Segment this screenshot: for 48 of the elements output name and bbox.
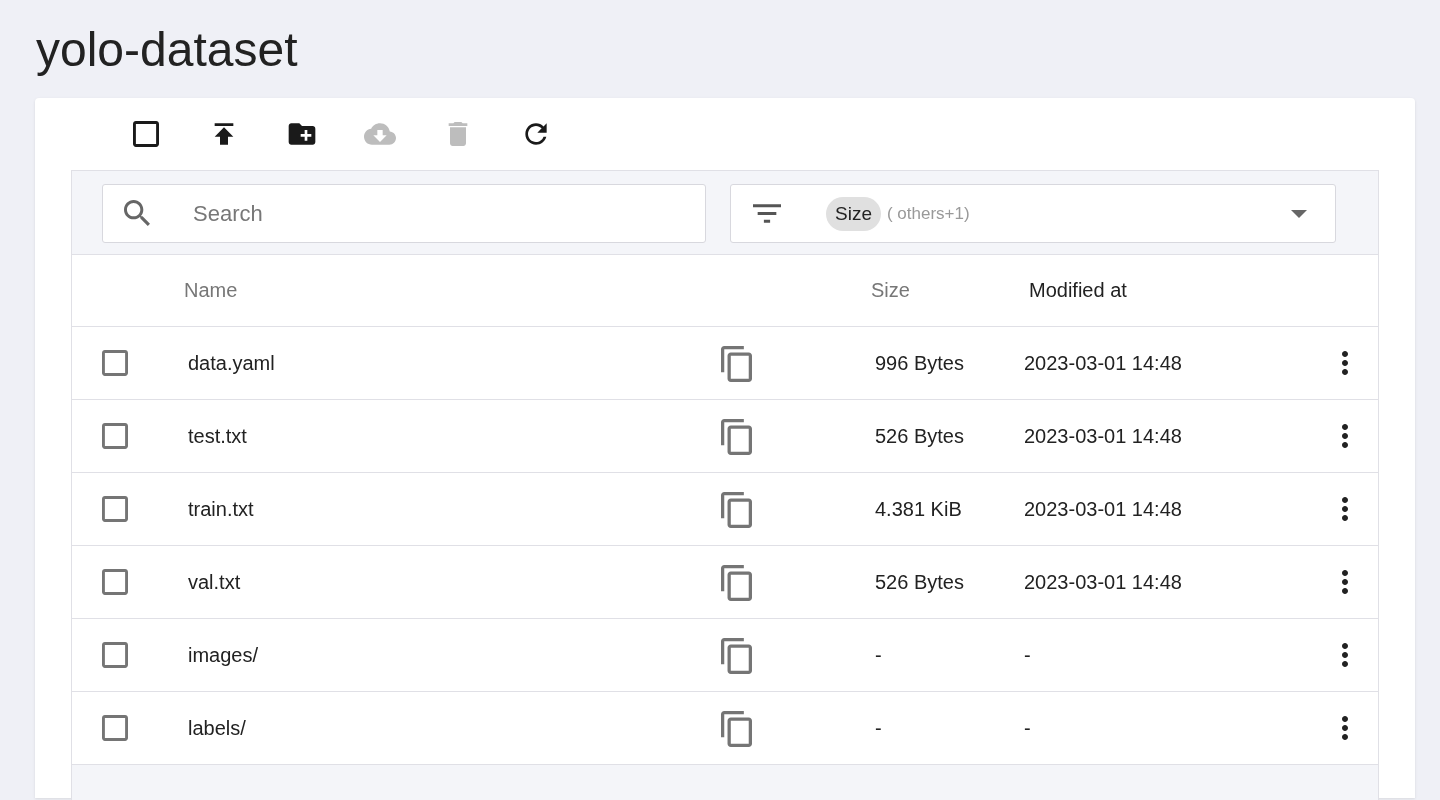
filter-chip: Size	[826, 196, 881, 231]
modified-date: 2023-03-01 14:48	[1024, 424, 1182, 448]
file-size: 526 Bytes	[875, 424, 964, 448]
checkbox-icon[interactable]	[102, 423, 128, 449]
checkbox-icon[interactable]	[102, 642, 128, 668]
copy-icon[interactable]	[720, 565, 752, 601]
more-options-icon[interactable]	[1341, 424, 1348, 448]
copy-icon[interactable]	[720, 492, 752, 528]
modified-date: 2023-03-01 14:48	[1024, 351, 1182, 375]
file-size: -	[875, 643, 882, 667]
more-options-icon[interactable]	[1341, 643, 1348, 667]
file-name[interactable]: val.txt	[188, 570, 241, 594]
page-title: yolo-dataset	[35, 22, 299, 78]
modified-date: 2023-03-01 14:48	[1024, 570, 1182, 594]
column-header[interactable]: Modified at	[1029, 279, 1127, 302]
more-options-icon[interactable]	[1341, 497, 1348, 521]
filter-icon	[753, 204, 781, 223]
file-name[interactable]: test.txt	[188, 424, 247, 448]
file-size: 4.381 KiB	[875, 497, 962, 521]
checkbox-icon[interactable]	[102, 350, 128, 376]
copy-icon[interactable]	[720, 638, 752, 674]
modified-date: -	[1024, 716, 1031, 740]
file-size: -	[875, 716, 882, 740]
checkbox-icon[interactable]	[130, 118, 162, 150]
dropdown-caret-icon	[1291, 209, 1307, 218]
modified-date: 2023-03-01 14:48	[1024, 497, 1182, 521]
filter-more-text: ( others+1)	[886, 203, 970, 224]
file-size: 526 Bytes	[875, 570, 964, 594]
search-field[interactable]: Search	[102, 184, 706, 243]
copy-icon[interactable]	[720, 346, 752, 382]
checkbox-icon[interactable]	[102, 569, 128, 595]
checkbox-icon[interactable]	[102, 715, 128, 741]
search-icon	[124, 200, 150, 226]
more-options-icon[interactable]	[1341, 570, 1348, 594]
file-name[interactable]: labels/	[188, 716, 246, 740]
column-header[interactable]: Size	[871, 279, 910, 302]
file-size: 996 Bytes	[875, 351, 964, 375]
column-header[interactable]: Name	[184, 279, 238, 302]
copy-icon[interactable]	[720, 711, 752, 747]
file-name[interactable]: train.txt	[188, 497, 254, 521]
copy-icon[interactable]	[720, 419, 752, 455]
modified-date: -	[1024, 643, 1031, 667]
file-name[interactable]: data.yaml	[188, 351, 275, 375]
more-options-icon[interactable]	[1341, 351, 1348, 375]
file-name[interactable]: images/	[188, 643, 259, 667]
filter-dropdown[interactable]: Size ( others+1)	[730, 184, 1336, 243]
checkbox-icon[interactable]	[102, 496, 128, 522]
more-options-icon[interactable]	[1341, 716, 1348, 740]
